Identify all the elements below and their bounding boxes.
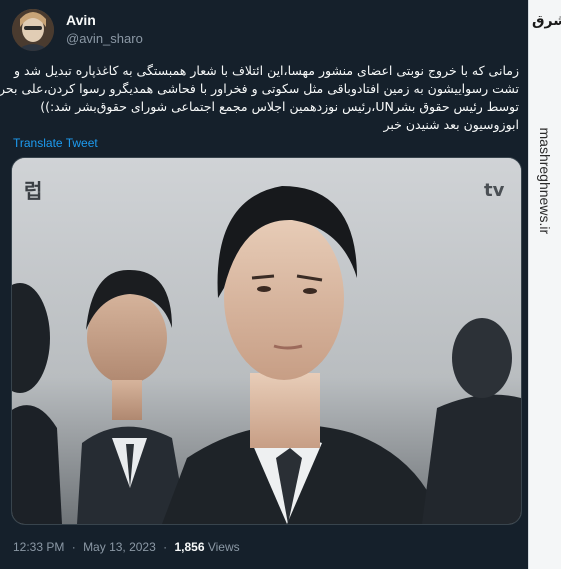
tweet-text-line: توسط رئیس حقوق بشرUN،رئیس نوزدهمین اجلاس… [40, 99, 519, 114]
screenshot-frame: Avin @avin_sharo زمانی که با خروج نوبتی … [0, 0, 561, 569]
views-count: 1,856 [174, 540, 205, 554]
views-label: Views [207, 540, 240, 554]
meta-separator: · [163, 540, 168, 554]
tweet-text-line: ابوزوسیون بعد شنیدن خبر [383, 117, 519, 132]
tweet-text-line: تشت رسواییشون به زمین افتادوباقی مثل سکو… [0, 81, 519, 96]
author-name[interactable]: Avin [66, 12, 96, 28]
watermark-strip: مشرق mashreghnews.ir [528, 0, 561, 569]
svg-text:tv: tv [484, 180, 505, 201]
tweet-meta: 12:33 PM · May 13, 2023 · 1,856 Views [13, 540, 244, 554]
tweet-date[interactable]: May 13, 2023 [83, 540, 156, 554]
author-avatar[interactable] [12, 9, 54, 51]
author-handle[interactable]: @avin_sharo [66, 31, 143, 46]
translate-tweet-link[interactable]: Translate Tweet [13, 136, 98, 150]
svg-text:럽: 럽 [24, 179, 42, 203]
watermark-site-text: mashreghnews.ir [537, 128, 553, 235]
mashregh-logo: مشرق [532, 13, 561, 29]
tweet-time[interactable]: 12:33 PM [13, 540, 64, 554]
avatar-photo [12, 9, 54, 51]
tweet-media-gif[interactable]: 럽 tv [11, 157, 522, 525]
watermark-site-label: mashreghnews.ir [537, 127, 553, 235]
meta-separator: · [71, 540, 76, 554]
media-image: 럽 tv [12, 158, 521, 524]
tweet-text-line: زمانی که با خروج نوبتی اعضای منشور مهسا،… [13, 63, 519, 78]
tweet-text: زمانی که با خروج نوبتی اعضای منشور مهسا،… [0, 62, 519, 134]
tweet-card[interactable]: Avin @avin_sharo زمانی که با خروج نوبتی … [0, 0, 529, 569]
